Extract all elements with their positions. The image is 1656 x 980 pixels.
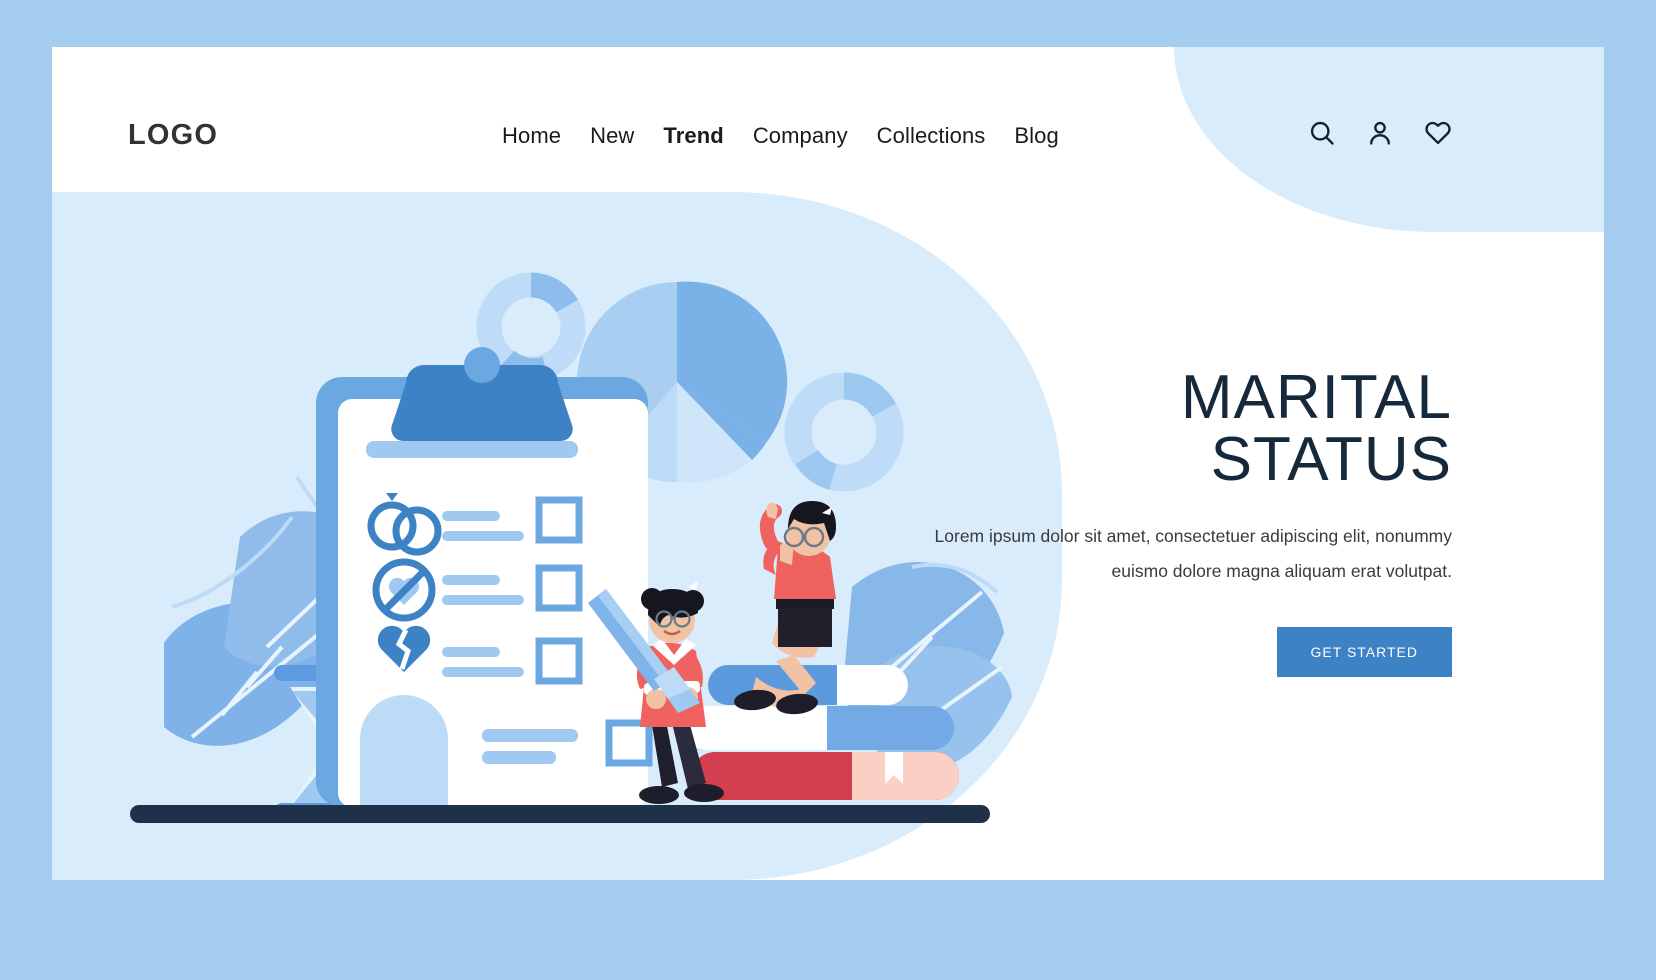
donut-chart-large	[784, 372, 904, 492]
main-navigation: Home New Trend Company Collections Blog	[502, 123, 1059, 149]
clipboard	[316, 347, 653, 807]
get-started-button[interactable]: GET STARTED	[1276, 627, 1452, 677]
nav-item-trend[interactable]: Trend	[663, 123, 723, 149]
hero-title: MARITAL STATUS	[932, 367, 1452, 491]
hero-title-line1: MARITAL	[1180, 363, 1452, 432]
nav-item-new[interactable]: New	[590, 123, 634, 149]
heart-icon[interactable]	[1424, 119, 1452, 147]
nav-item-blog[interactable]: Blog	[1014, 123, 1058, 149]
search-icon[interactable]	[1308, 119, 1336, 147]
hero-paragraph: Lorem ipsum dolor sit amet, consectetuer…	[934, 526, 1452, 581]
nav-item-home[interactable]: Home	[502, 123, 561, 149]
nav-item-collections[interactable]: Collections	[877, 123, 986, 149]
user-icon[interactable]	[1366, 119, 1394, 147]
header-actions	[1308, 119, 1452, 147]
nav-item-company[interactable]: Company	[753, 123, 848, 149]
page-card: LOGO Home New Trend Company Collections …	[52, 47, 1604, 880]
page-root: LOGO Home New Trend Company Collections …	[0, 0, 1656, 980]
ground-bar	[130, 805, 990, 823]
donut-chart-small	[476, 272, 586, 384]
hero-content: MARITAL STATUS Lorem ipsum dolor sit ame…	[932, 367, 1452, 677]
logo[interactable]: LOGO	[128, 119, 218, 152]
hero-title-line2: STATUS	[1210, 425, 1452, 494]
site-header: LOGO Home New Trend Company Collections …	[52, 47, 1604, 232]
